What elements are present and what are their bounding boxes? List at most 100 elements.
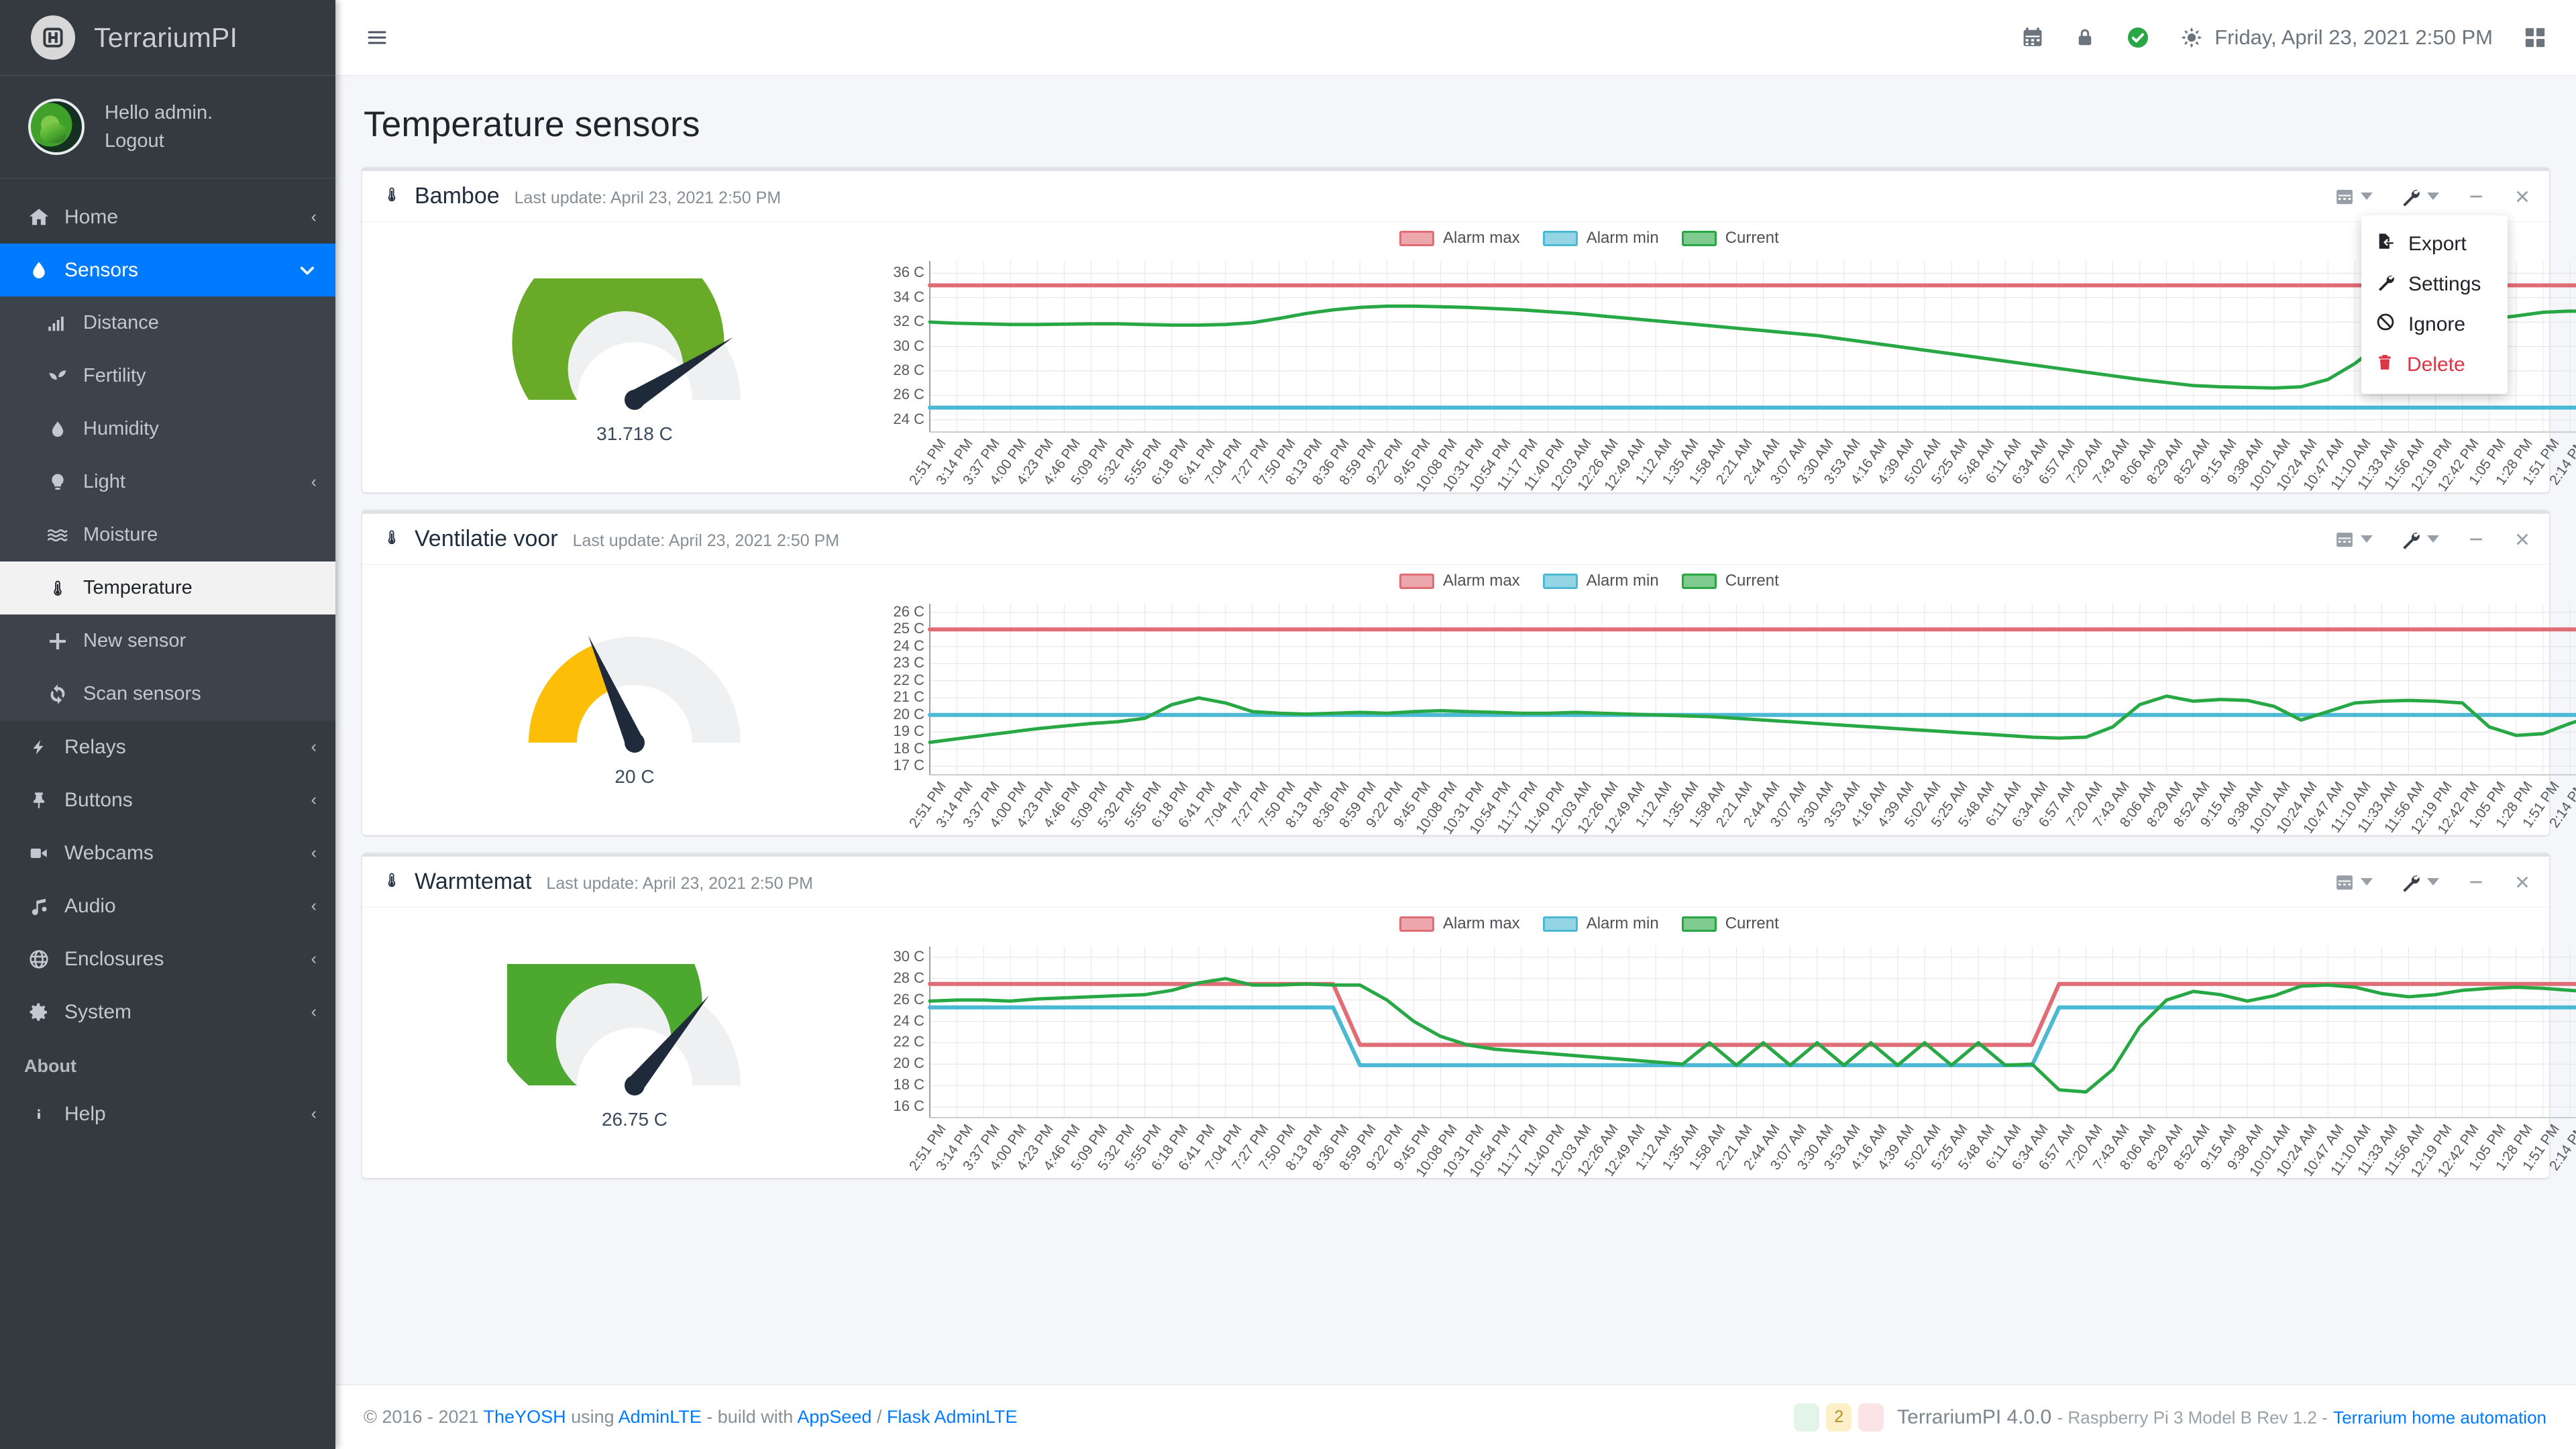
chevron-left-icon: ‹	[311, 472, 317, 492]
gauge-panel: 31.718 C	[380, 230, 890, 483]
thumbtack-icon	[20, 790, 58, 811]
card-settings-dropdown[interactable]	[2400, 872, 2439, 892]
sidebar-item-buttons[interactable]: Buttons ‹	[0, 773, 335, 826]
sidebar-item-relays[interactable]: Relays ‹	[0, 720, 335, 773]
legend-label: Current	[1725, 229, 1779, 247]
sidebar-item-webcams[interactable]: Webcams ‹	[0, 826, 335, 879]
legend-swatch	[1542, 230, 1578, 246]
sidebar-item-help[interactable]: Help ‹	[0, 1087, 335, 1140]
card-settings-dropdown[interactable]	[2400, 186, 2439, 207]
sidebar-item-moisture[interactable]: Moisture	[0, 508, 335, 561]
legend-label: Alarm min	[1586, 572, 1659, 590]
sidebar-item-fertility[interactable]: Fertility	[0, 350, 335, 402]
card-calendar-dropdown[interactable]	[2334, 872, 2373, 892]
dropdown-item-label: Settings	[2408, 273, 2481, 295]
logout-link[interactable]: Logout	[105, 127, 213, 155]
y-axis-tick: 30 C	[893, 337, 924, 354]
check-circle-icon[interactable]	[2126, 25, 2150, 50]
brand-title: TerrariumPI	[94, 21, 238, 53]
card-body: 31.718 C Alarm max Alarm min Current 36 …	[362, 222, 2576, 494]
y-axis-tick: 22 C	[893, 671, 924, 688]
footer-project-link[interactable]: Terrarium home automation	[2333, 1407, 2546, 1428]
lightbulb-icon	[39, 472, 76, 492]
card-calendar-dropdown[interactable]	[2334, 529, 2373, 549]
y-axis-tick: 18 C	[893, 1076, 924, 1093]
card-close-button[interactable]	[2513, 188, 2532, 205]
sidebar-item-label: Distance	[83, 312, 159, 334]
footer-slash: /	[876, 1407, 882, 1427]
card-header: Ventilatie voor Last update: April 23, 2…	[362, 514, 2549, 565]
sidebar-item-system[interactable]: System ‹	[0, 985, 335, 1038]
dropdown-item-settings[interactable]: Settings	[2361, 264, 2508, 305]
sidebar-item-scan-sensors[interactable]: Scan sensors	[0, 667, 335, 720]
card-body: 20 C Alarm max Alarm min Current 26 C 25…	[362, 565, 2576, 837]
gear-icon	[20, 1002, 58, 1023]
wrench-icon	[2376, 272, 2395, 297]
sidebar-item-label: Webcams	[64, 841, 154, 864]
y-axis-tick: 16 C	[893, 1097, 924, 1115]
sidebar: TerrariumPI Hello admin. Logout Home ‹ S…	[0, 0, 335, 1449]
sidebar-item-light[interactable]: Light ‹	[0, 455, 335, 508]
chevron-down-icon	[2427, 535, 2439, 543]
weather-datetime[interactable]: Friday, April 23, 2021 2:50 PM	[2181, 25, 2493, 50]
card-minimize-button[interactable]	[2466, 188, 2486, 205]
sidebar-item-audio[interactable]: Audio ‹	[0, 879, 335, 932]
card-minimize-button[interactable]	[2466, 531, 2486, 548]
sidebar-item-distance[interactable]: Distance	[0, 297, 335, 350]
y-axis-tick: 17 C	[893, 757, 924, 774]
calendar-icon[interactable]	[2021, 25, 2044, 50]
chevron-left-icon: ‹	[311, 1002, 317, 1022]
sensor-name: Ventilatie voor	[415, 526, 558, 551]
footer-author-link[interactable]: TheYOSH	[484, 1407, 566, 1427]
chart-legend: Alarm max Alarm min Current	[1399, 914, 1779, 933]
dropdown-item-delete[interactable]: Delete	[2361, 345, 2508, 385]
sidebar-item-sensors[interactable]: Sensors	[0, 244, 335, 297]
sidebar-item-temperature[interactable]: Temperature	[0, 561, 335, 615]
y-axis-tick: 24 C	[893, 637, 924, 654]
dropdown-item-label: Delete	[2407, 354, 2465, 376]
card-calendar-dropdown[interactable]	[2334, 186, 2373, 207]
dropdown-item-ignore[interactable]: Ignore	[2361, 305, 2508, 345]
card-minimize-button[interactable]	[2466, 873, 2486, 891]
y-axis-tick: 28 C	[893, 969, 924, 986]
chevron-down-icon	[2427, 193, 2439, 200]
sidebar-item-label: System	[64, 1000, 132, 1023]
chevron-left-icon: ‹	[311, 896, 317, 916]
footer-appseed-link[interactable]: AppSeed	[797, 1407, 871, 1427]
chart-legend: Alarm max Alarm min Current	[1399, 572, 1779, 590]
sidebar-nav: Home ‹ Sensors Distance Fertility Humidi…	[0, 178, 335, 1140]
footer-flask-link[interactable]: Flask AdminLTE	[887, 1407, 1018, 1427]
legend-item: Alarm max	[1399, 229, 1520, 248]
grid-icon[interactable]	[2524, 26, 2546, 49]
legend-item: Alarm min	[1542, 914, 1659, 933]
dropdown-item-export[interactable]: Export	[2361, 224, 2508, 264]
menu-toggle-button[interactable]	[364, 27, 390, 48]
gauge-chart	[529, 635, 741, 753]
sidebar-item-enclosures[interactable]: Enclosures ‹	[0, 932, 335, 985]
droplet-icon	[39, 419, 76, 439]
seedling-icon	[39, 366, 76, 386]
card-header: Warmtemat Last update: April 23, 2021 2:…	[362, 857, 2549, 908]
sidebar-item-label: New sensor	[83, 630, 186, 652]
chevron-down-icon	[2361, 535, 2373, 543]
chevron-left-icon: ‹	[311, 843, 317, 863]
y-axis-tick: 18 C	[893, 739, 924, 757]
brand-link[interactable]: TerrariumPI	[0, 0, 335, 76]
footer-buildwith: - build with	[706, 1407, 794, 1427]
sidebar-item-home[interactable]: Home ‹	[0, 191, 335, 244]
legend-swatch	[1399, 573, 1434, 589]
card-close-button[interactable]	[2513, 531, 2532, 548]
sidebar-item-new-sensor[interactable]: New sensor	[0, 614, 335, 667]
signal-bars-icon	[39, 313, 76, 333]
legend-item: Current	[1681, 572, 1779, 590]
footer-adminlte-link[interactable]: AdminLTE	[619, 1407, 702, 1427]
sensor-actions-dropdown: Export Settings Ignore Delete	[2361, 215, 2508, 394]
sensor-cards-container: Bamboe Last update: April 23, 2021 2:50 …	[335, 145, 2576, 1180]
y-axis-tick: 20 C	[893, 705, 924, 722]
card-close-button[interactable]	[2513, 873, 2532, 891]
lock-icon[interactable]	[2075, 25, 2095, 50]
y-axis-tick: 20 C	[893, 1055, 924, 1072]
sidebar-item-humidity[interactable]: Humidity	[0, 402, 335, 455]
card-settings-dropdown[interactable]	[2400, 529, 2439, 549]
chevron-down-icon	[2361, 193, 2373, 200]
